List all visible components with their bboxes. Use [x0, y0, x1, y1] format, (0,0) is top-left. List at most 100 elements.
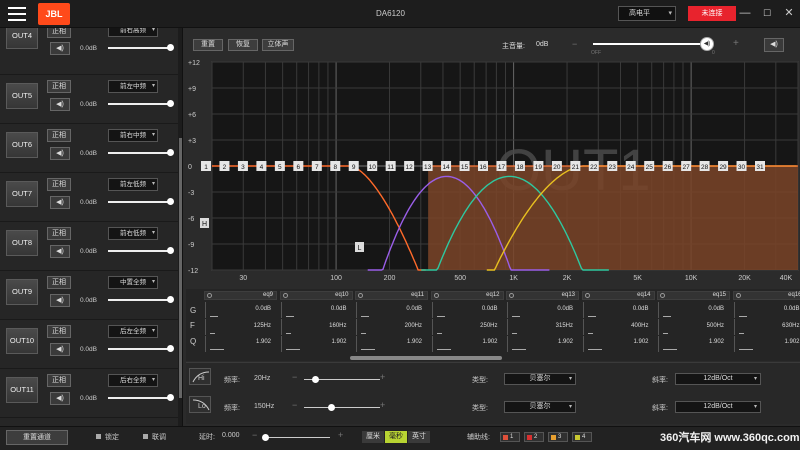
input-level-select[interactable]: 高电平	[618, 6, 676, 21]
highpass-slope-select[interactable]: 12dB/Oct	[675, 373, 761, 385]
channel-gain-slider[interactable]	[108, 100, 174, 107]
channel-name-button[interactable]: OUT5	[6, 83, 38, 109]
lock-checkbox[interactable]	[96, 434, 101, 439]
eq-band-header[interactable]: eq16	[732, 291, 800, 300]
channel-name-button[interactable]: OUT10	[6, 328, 38, 354]
eq-band[interactable]: eq12 0.0dB 250Hz 1.902	[430, 289, 504, 353]
link-checkbox[interactable]	[143, 434, 148, 439]
delay-unit-button[interactable]: 英寸	[408, 431, 430, 443]
eq-band-header[interactable]: eq9	[204, 291, 277, 300]
channel-name-button[interactable]: OUT9	[6, 279, 38, 305]
menu-icon[interactable]	[8, 7, 26, 21]
delay-unit-button[interactable]: 毫秒	[385, 431, 407, 443]
channel-gain-slider[interactable]	[108, 345, 174, 352]
eq-strip-scrollbar[interactable]	[350, 356, 502, 360]
maximize-icon[interactable]: ☐	[760, 5, 774, 21]
channel-mute-button[interactable]: ◀)	[50, 196, 70, 209]
eq-band[interactable]: eq15 0.0dB 500Hz 1.902	[657, 289, 730, 353]
highpass-freq-slider[interactable]	[304, 376, 380, 383]
eq-band-toggle-icon[interactable]	[358, 293, 363, 298]
eq-band-header[interactable]: eq15	[657, 291, 730, 300]
channel-gain-slider[interactable]	[108, 296, 174, 303]
restore-button[interactable]: 恢复	[228, 39, 258, 51]
eq-band-header[interactable]: eq10	[279, 291, 353, 300]
lowpass-slope-select[interactable]: 12dB/Oct	[675, 401, 761, 413]
eq-band[interactable]: eq13 0.0dB 315Hz 1.902	[506, 289, 579, 353]
channel-name-button[interactable]: OUT8	[6, 230, 38, 256]
channel-output-select[interactable]: 前右低频	[108, 227, 158, 240]
channel-name-button[interactable]: OUT7	[6, 181, 38, 207]
eq-band-toggle-icon[interactable]	[509, 293, 514, 298]
eq-band-header[interactable]: eq12	[430, 291, 504, 300]
channel-mute-button[interactable]: ◀)	[50, 98, 70, 111]
eq-band[interactable]: eq10 0.0dB 160Hz 1.902	[279, 289, 353, 353]
channel-gain-slider[interactable]	[108, 44, 174, 51]
channel-name-button[interactable]: OUT11	[6, 377, 38, 403]
channel-mute-button[interactable]: ◀)	[50, 343, 70, 356]
aux-line-toggle[interactable]: 1	[500, 432, 520, 442]
eq-band-toggle-icon[interactable]	[207, 293, 212, 298]
speaker-icon[interactable]: ◀)	[700, 37, 714, 51]
highpass-freq-increase[interactable]: +	[380, 372, 385, 382]
eq-band-toggle-icon[interactable]	[282, 293, 288, 298]
phase-button[interactable]: 正相	[47, 276, 71, 289]
delay-slider[interactable]	[262, 434, 330, 441]
channel-mute-button[interactable]: ◀)	[50, 42, 70, 55]
highpass-freq-decrease[interactable]: −	[292, 372, 297, 382]
eq-band[interactable]: eq11 0.0dB 200Hz 1.902	[355, 289, 428, 353]
eq-band-header[interactable]: eq11	[355, 291, 428, 300]
frequency-response-graph[interactable]: +12 +9 +6 +3 0 -3 -6 -9 -12 30 100 200 500 1K 2K 5K 10K 2…	[186, 55, 800, 283]
channel-mute-button[interactable]: ◀)	[50, 294, 70, 307]
eq-band[interactable]: eq16 0.0dB 630Hz 1.902	[732, 289, 800, 353]
channel-gain-slider[interactable]	[108, 247, 174, 254]
channel-output-select[interactable]: 前右中频	[108, 129, 158, 142]
phase-button[interactable]: 正相	[47, 178, 71, 191]
channel-name-button[interactable]: OUT4	[6, 28, 38, 49]
delay-increase[interactable]: +	[338, 430, 343, 440]
lowpass-freq-slider[interactable]	[304, 404, 380, 411]
channel-mute-button[interactable]: ◀)	[50, 392, 70, 405]
phase-button[interactable]: 正相	[47, 325, 71, 338]
channel-mute-button[interactable]: ◀)	[50, 245, 70, 258]
reset-channel-button[interactable]: 重置通道	[6, 430, 68, 445]
minimize-icon[interactable]: —	[738, 5, 752, 21]
channel-output-select[interactable]: 前右高频	[108, 28, 158, 37]
lowpass-freq-increase[interactable]: +	[380, 400, 385, 410]
eq-band-header[interactable]: eq14	[581, 291, 655, 300]
channel-gain-slider[interactable]	[108, 394, 174, 401]
channel-name-button[interactable]: OUT6	[6, 132, 38, 158]
stereo-button[interactable]: 立体声	[262, 39, 294, 51]
channel-gain-slider[interactable]	[108, 149, 174, 156]
phase-button[interactable]: 正相	[47, 80, 71, 93]
channel-output-select[interactable]: 前左中频	[108, 80, 158, 93]
eq-band-header[interactable]: eq13	[506, 291, 579, 300]
master-volume-increase[interactable]: +	[733, 38, 739, 49]
connect-button[interactable]: 未连接	[688, 6, 736, 21]
eq-band-toggle-icon[interactable]	[433, 293, 439, 298]
delay-decrease[interactable]: −	[252, 430, 257, 440]
eq-band-toggle-icon[interactable]	[660, 293, 665, 298]
phase-button[interactable]: 正相	[47, 227, 71, 240]
channel-output-select[interactable]: 中置全频	[108, 276, 158, 289]
channel-output-select[interactable]: 后右全频	[108, 374, 158, 387]
aux-line-toggle[interactable]: 4	[572, 432, 592, 442]
eq-band[interactable]: eq14 0.0dB 400Hz 1.902	[581, 289, 655, 353]
eq-band-toggle-icon[interactable]	[735, 293, 741, 298]
close-icon[interactable]: ✕	[782, 5, 796, 21]
phase-button[interactable]: 正相	[47, 374, 71, 387]
channel-output-select[interactable]: 前左低频	[108, 178, 158, 191]
channel-list-scrollbar[interactable]	[178, 28, 182, 426]
phase-button[interactable]: 正相	[47, 129, 71, 142]
master-volume-slider[interactable]: ◀)	[593, 37, 714, 51]
aux-line-toggle[interactable]: 3	[548, 432, 568, 442]
highpass-type-select[interactable]: 贝塞尔	[504, 373, 576, 385]
eq-band[interactable]: eq9 0.0dB 125Hz 1.902	[204, 289, 277, 353]
master-mute-button[interactable]: ◀)	[764, 38, 784, 52]
lowpass-type-select[interactable]: 贝塞尔	[504, 401, 576, 413]
delay-unit-button[interactable]: 厘米	[362, 431, 384, 443]
reset-button[interactable]: 重置	[193, 39, 223, 51]
master-volume-decrease[interactable]: −	[572, 39, 577, 49]
lowpass-freq-decrease[interactable]: −	[292, 400, 297, 410]
channel-mute-button[interactable]: ◀)	[50, 147, 70, 160]
eq-band-toggle-icon[interactable]	[584, 293, 590, 298]
